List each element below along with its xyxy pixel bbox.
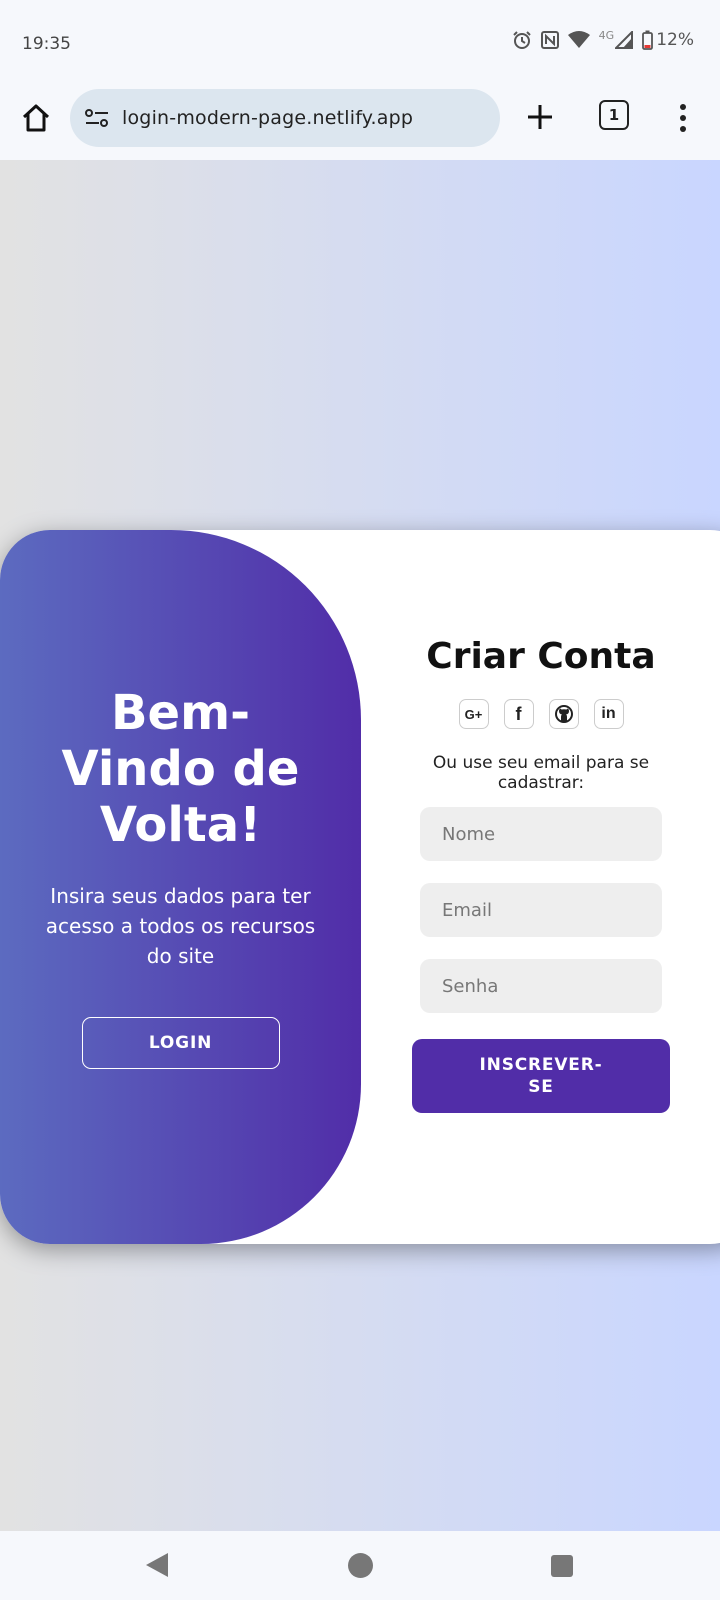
network-label: 4G xyxy=(598,28,615,42)
login-button[interactable]: LOGIN xyxy=(81,1017,280,1069)
github-mark-icon xyxy=(554,705,573,723)
tab-switcher-button[interactable]: 1 xyxy=(599,100,629,130)
battery-level: 12% xyxy=(656,30,694,50)
welcome-panel: Bem-Vindo de Volta! Insira seus dados pa… xyxy=(0,530,361,1244)
navigation-bar xyxy=(0,1531,720,1600)
url-text: login-modern-page.netlify.app xyxy=(122,107,414,129)
facebook-icon[interactable]: f xyxy=(503,699,534,729)
status-bar: 19:35 4G 12% xyxy=(0,0,720,82)
dot-icon xyxy=(680,115,686,121)
site-settings-icon[interactable] xyxy=(84,105,110,131)
form-subtitle: Ou use seu email para se cadastrar: xyxy=(432,753,650,793)
name-field[interactable]: Nome xyxy=(420,807,662,861)
welcome-content: Bem-Vindo de Volta! Insira seus dados pa… xyxy=(0,530,361,1244)
home-button[interactable] xyxy=(18,100,54,136)
recents-icon[interactable] xyxy=(551,1555,573,1577)
home-icon xyxy=(22,104,50,132)
password-field[interactable]: Senha xyxy=(420,959,662,1013)
form-title: Criar Conta xyxy=(426,636,656,677)
battery-icon xyxy=(642,30,654,50)
nfc-icon xyxy=(540,31,559,49)
github-icon[interactable] xyxy=(548,699,579,729)
status-icons: 4G 12% xyxy=(512,28,694,50)
social-icons: G+ f in xyxy=(458,699,624,729)
web-page: Criar Conta G+ f in Ou use seu email par… xyxy=(0,160,720,1531)
more-menu-button[interactable] xyxy=(670,98,696,138)
wifi-icon xyxy=(567,31,590,48)
browser-toolbar: login-modern-page.netlify.app 1 xyxy=(0,82,720,160)
alarm-icon xyxy=(512,31,531,49)
google-plus-icon[interactable]: G+ xyxy=(458,699,489,729)
back-icon[interactable] xyxy=(146,1553,168,1577)
signup-form: Criar Conta G+ f in Ou use seu email par… xyxy=(400,530,682,1244)
linkedin-icon[interactable]: in xyxy=(593,699,624,729)
signal-icon xyxy=(615,31,634,49)
status-time: 19:35 xyxy=(22,34,71,54)
dot-icon xyxy=(680,126,686,132)
plus-icon xyxy=(528,105,552,129)
welcome-text: Insira seus dados para ter acesso a todo… xyxy=(45,884,316,968)
welcome-title: Bem-Vindo de Volta! xyxy=(61,685,300,853)
email-field[interactable]: Email xyxy=(420,883,662,937)
address-bar[interactable]: login-modern-page.netlify.app xyxy=(70,89,500,147)
auth-card: Criar Conta G+ f in Ou use seu email par… xyxy=(0,530,720,1244)
signup-button[interactable]: INSCREVER-SE xyxy=(412,1039,670,1113)
new-tab-button[interactable] xyxy=(521,98,559,136)
home-nav-icon[interactable] xyxy=(348,1553,373,1578)
dot-icon xyxy=(680,104,686,110)
